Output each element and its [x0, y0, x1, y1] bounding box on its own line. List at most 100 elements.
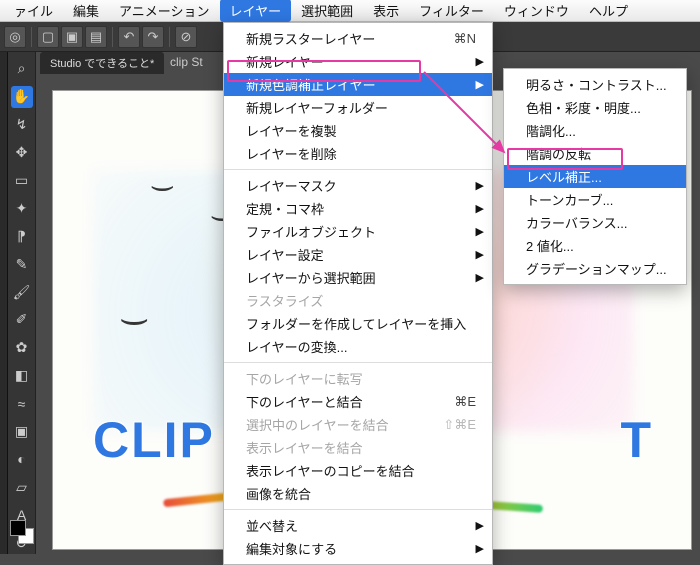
menu-item-label: 編集対象にする [246, 539, 337, 558]
layer-menu-item[interactable]: レイヤーを複製 [224, 119, 492, 142]
submenu-arrow-icon: ▶ [476, 78, 484, 91]
menu-item-label: ラスタライズ [246, 291, 323, 310]
menu-filter[interactable]: フィルター [409, 0, 494, 22]
undo-icon[interactable]: ↶ [118, 26, 140, 48]
menu-item-label: 下のレイヤーに転写 [246, 369, 363, 388]
tone-submenu-item[interactable]: 階調化... [504, 119, 686, 142]
eraser-tool-icon[interactable]: ◧ [11, 365, 33, 387]
menu-item-label: レイヤーの変換... [246, 337, 347, 356]
save-icon[interactable]: ▤ [85, 26, 107, 48]
menubar: ァイル 編集 アニメーション レイヤー 選択範囲 表示 フィルター ウィンドウ … [0, 0, 700, 22]
layer-menu-item[interactable]: レイヤー設定▶ [224, 243, 492, 266]
clip-studio-icon[interactable]: ◎ [4, 26, 26, 48]
menu-item-label: レイヤー設定 [246, 245, 324, 264]
submenu-arrow-icon: ▶ [476, 271, 484, 284]
fg-color[interactable] [10, 520, 26, 536]
layer-menu-item[interactable]: 新規色調補正レイヤー▶ [224, 73, 492, 96]
eyedropper-tool-icon[interactable]: ⁋ [11, 225, 33, 247]
move-layer-tool-icon[interactable]: ✥ [11, 142, 33, 164]
tone-submenu-item[interactable]: カラーバランス... [504, 211, 686, 234]
layer-menu-item[interactable]: 新規レイヤーフォルダー [224, 96, 492, 119]
shape-tool-icon[interactable]: ▱ [11, 476, 33, 498]
menu-item-label: 階調の反転 [526, 144, 591, 163]
menu-file[interactable]: ァイル [4, 0, 63, 22]
layer-menu-item[interactable]: レイヤーを削除 [224, 142, 492, 165]
menu-item-label: フォルダーを作成してレイヤーを挿入 [246, 314, 466, 333]
menu-item-shortcut: ⌘N [430, 31, 476, 47]
redo-icon[interactable]: ↷ [142, 26, 164, 48]
menu-item-label: 選択中のレイヤーを結合 [246, 415, 389, 434]
menu-item-label: レイヤーを削除 [246, 144, 337, 163]
tone-submenu-item[interactable]: 階調の反転 [504, 142, 686, 165]
layer-menu-item[interactable]: レイヤーから選択範囲 ▶ [224, 266, 492, 289]
layer-menu-item[interactable]: 下のレイヤーと結合⌘E [224, 390, 492, 413]
document-tabbar: Studio でできること* [36, 52, 164, 74]
pen-tool-icon[interactable]: ✎ [11, 253, 33, 275]
menu-item-label: レベル補正... [526, 167, 602, 186]
layer-menu-item[interactable]: 編集対象にする ▶ [224, 537, 492, 560]
layer-menu-item[interactable]: 新規レイヤー▶ [224, 50, 492, 73]
submenu-arrow-icon: ▶ [476, 179, 484, 192]
canvas-text-right: T [620, 411, 651, 469]
operation-tool-icon[interactable]: ↯ [11, 114, 33, 136]
menu-layer[interactable]: レイヤー [220, 0, 292, 22]
layer-dropdown: 新規ラスターレイヤー ⌘N 新規レイヤー▶新規色調補正レイヤー▶新規レイヤーフォルダ… [223, 22, 493, 565]
brush-tool-icon[interactable]: 🖌 [11, 281, 33, 303]
collapse-strip[interactable] [0, 52, 8, 554]
layer-menu-item: 下のレイヤーに転写 [224, 367, 492, 390]
submenu-arrow-icon: ▶ [476, 519, 484, 532]
tone-submenu-item[interactable]: 2 値化... [504, 234, 686, 257]
tone-submenu-item[interactable]: グラデーションマップ... [504, 257, 686, 280]
tone-correction-submenu: 明るさ・コントラスト...色相・彩度・明度... 階調化... 階調の反転レベル補正… [503, 68, 687, 285]
layer-menu-item[interactable]: レイヤーの変換... [224, 335, 492, 358]
layer-menu-item[interactable]: 新規ラスターレイヤー ⌘N [224, 27, 492, 50]
menu-item-label: 表示レイヤーを結合 [246, 438, 363, 457]
layer-menu-item[interactable]: 並べ替え▶ [224, 514, 492, 537]
color-swatch[interactable] [10, 520, 34, 544]
layer-menu-item[interactable]: フォルダーを作成してレイヤーを挿入 [224, 312, 492, 335]
layer-menu-item: 表示レイヤーを結合 [224, 436, 492, 459]
submenu-arrow-icon: ▶ [476, 542, 484, 555]
layer-menu-item[interactable]: 画像を統合 [224, 482, 492, 505]
clear-icon[interactable]: ⊘ [175, 26, 197, 48]
menu-item-label: 定規・コマ枠 [246, 199, 324, 218]
marquee-tool-icon[interactable]: ▭ [11, 170, 33, 192]
fill-tool-icon[interactable]: ▣ [11, 421, 33, 443]
canvas-text-clip: CLIP [93, 411, 215, 469]
hand-tool-icon[interactable]: ✋ [11, 86, 33, 108]
tone-submenu-item[interactable]: レベル補正... [504, 165, 686, 188]
bird-icon: ⌣ [119, 301, 150, 339]
menu-view[interactable]: 表示 [363, 0, 409, 22]
menu-item-label: レイヤーマスク [246, 176, 337, 195]
menu-animation[interactable]: アニメーション [109, 0, 219, 22]
layer-menu-item[interactable]: レイヤーマスク ▶ [224, 174, 492, 197]
menu-item-label: レイヤーから選択範囲 [246, 268, 376, 287]
menu-selection[interactable]: 選択範囲 [291, 0, 363, 22]
wand-tool-icon[interactable]: ✦ [11, 197, 33, 219]
layer-menu-item[interactable]: ファイルオブジェクト ▶ [224, 220, 492, 243]
open-icon[interactable]: ▣ [61, 26, 83, 48]
document-tab[interactable]: Studio でできること* [40, 52, 164, 74]
new-icon[interactable]: ▢ [37, 26, 59, 48]
layer-menu-item[interactable]: 表示レイヤーのコピーを結合 [224, 459, 492, 482]
gradient-tool-icon[interactable]: ◐ [11, 448, 33, 470]
tone-submenu-item[interactable]: 明るさ・コントラスト... [504, 73, 686, 96]
submenu-arrow-icon: ▶ [476, 225, 484, 238]
airbrush-tool-icon[interactable]: ✐ [11, 309, 33, 331]
menu-edit[interactable]: 編集 [63, 0, 109, 22]
menu-item-label: 階調化... [526, 121, 576, 140]
menu-item-label: 新規ラスターレイヤー [246, 29, 375, 48]
blend-tool-icon[interactable]: ≈ [11, 393, 33, 415]
layer-menu-item[interactable]: 定規・コマ枠▶ [224, 197, 492, 220]
app-title: clip St [170, 55, 203, 69]
menu-item-label: トーンカーブ... [526, 190, 613, 209]
tone-submenu-item[interactable]: 色相・彩度・明度... [504, 96, 686, 119]
menu-item-label: ファイルオブジェクト [246, 222, 376, 241]
magnify-tool-icon[interactable]: ⌕ [11, 58, 33, 80]
layer-menu-item: ラスタライズ [224, 289, 492, 312]
menu-help[interactable]: ヘルプ [579, 0, 638, 22]
decoration-tool-icon[interactable]: ✿ [11, 337, 33, 359]
menu-item-label: グラデーションマップ... [526, 259, 667, 278]
menu-window[interactable]: ウィンドウ [494, 0, 579, 22]
tone-submenu-item[interactable]: トーンカーブ... [504, 188, 686, 211]
